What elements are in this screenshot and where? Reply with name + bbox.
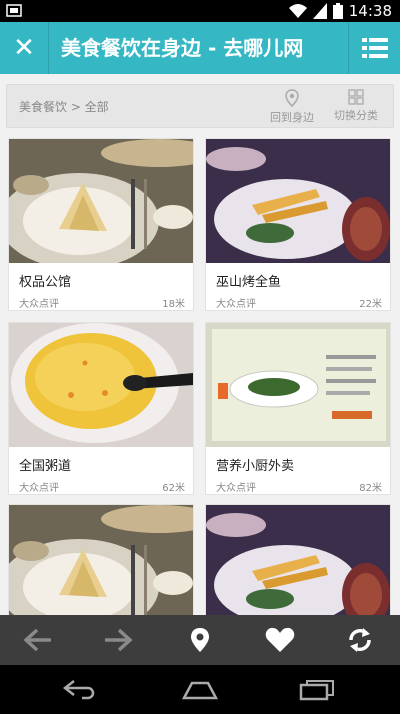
listing-name: 权品公馆	[19, 275, 72, 290]
signal-icon	[312, 3, 327, 19]
listing-source: 大众点评	[216, 299, 256, 310]
forward-button[interactable]	[88, 615, 148, 665]
listing-source: 大众点评	[19, 299, 59, 310]
listing-name: 营养小厨外卖	[216, 459, 295, 474]
back-arrow-icon	[62, 679, 95, 699]
filter-bar: 美食餐饮 > 全部 回到身边 切换分类	[6, 84, 394, 128]
arrow-left-icon	[23, 628, 51, 652]
listing-card[interactable]: 全国粥道 大众点评 62米	[8, 322, 194, 495]
listing-card[interactable]	[205, 504, 391, 615]
listing-photo	[206, 323, 390, 447]
listing-card[interactable]: 营养小厨外卖 大众点评 82米	[205, 322, 391, 495]
listing-distance: 18米	[162, 299, 185, 310]
refresh-icon	[349, 628, 371, 652]
page-title: 美食餐饮在身边 - 去哪儿网	[48, 22, 348, 74]
listing-distance: 62米	[162, 483, 185, 494]
listing-name: 巫山烤全鱼	[216, 275, 282, 290]
battery-icon	[332, 3, 343, 19]
system-back-button[interactable]	[45, 665, 115, 714]
content-area[interactable]: 美食餐饮 > 全部 回到身边 切换分类 权品公馆 大众点评 18米 巫山烤全鱼 …	[0, 74, 400, 615]
list-menu-icon	[361, 38, 388, 58]
listing-card[interactable]: 权品公馆 大众点评 18米	[8, 138, 194, 311]
listing-distance: 82米	[359, 483, 382, 494]
switch-category-button[interactable]: 切换分类	[334, 89, 378, 123]
listing-card[interactable]: 巫山烤全鱼 大众点评 22米	[205, 138, 391, 311]
listing-card[interactable]	[8, 504, 194, 615]
title-bar: ✕ 美食餐饮在身边 - 去哪儿网	[0, 22, 400, 74]
clock: 14:38	[348, 2, 392, 20]
close-icon: ✕	[13, 33, 35, 63]
back-nearby-label: 回到身边	[270, 111, 314, 124]
listing-photo	[9, 323, 193, 447]
notification-icon	[6, 4, 22, 17]
system-recents-button[interactable]	[282, 665, 352, 714]
close-button[interactable]: ✕	[0, 22, 48, 74]
switch-category-label: 切换分类	[334, 109, 378, 122]
back-nearby-button[interactable]: 回到身边	[270, 89, 314, 125]
refresh-button[interactable]	[330, 615, 390, 665]
heart-icon	[265, 627, 295, 652]
listing-source: 大众点评	[19, 483, 59, 494]
wifi-icon	[288, 4, 307, 18]
bottom-nav-bar	[0, 615, 400, 665]
location-button[interactable]	[170, 615, 230, 665]
listing-source: 大众点评	[216, 483, 256, 494]
menu-button[interactable]	[348, 22, 400, 74]
system-nav-bar	[0, 665, 400, 714]
listing-name: 全国粥道	[19, 459, 72, 474]
listing-photo	[9, 505, 193, 615]
location-pin-icon	[285, 89, 299, 107]
arrow-right-icon	[105, 628, 133, 652]
listing-photo	[206, 505, 390, 615]
recent-apps-icon	[299, 679, 334, 700]
system-home-button[interactable]	[165, 665, 235, 714]
listing-distance: 22米	[359, 299, 382, 310]
breadcrumb[interactable]: 美食餐饮 > 全部	[19, 98, 109, 115]
location-pin-icon	[191, 628, 209, 652]
grid-icon	[348, 89, 364, 105]
listing-photo	[206, 139, 390, 263]
status-bar: 14:38	[0, 0, 400, 22]
back-button[interactable]	[8, 615, 68, 665]
favorite-button[interactable]	[250, 615, 310, 665]
listing-photo	[9, 139, 193, 263]
home-icon	[181, 681, 219, 699]
